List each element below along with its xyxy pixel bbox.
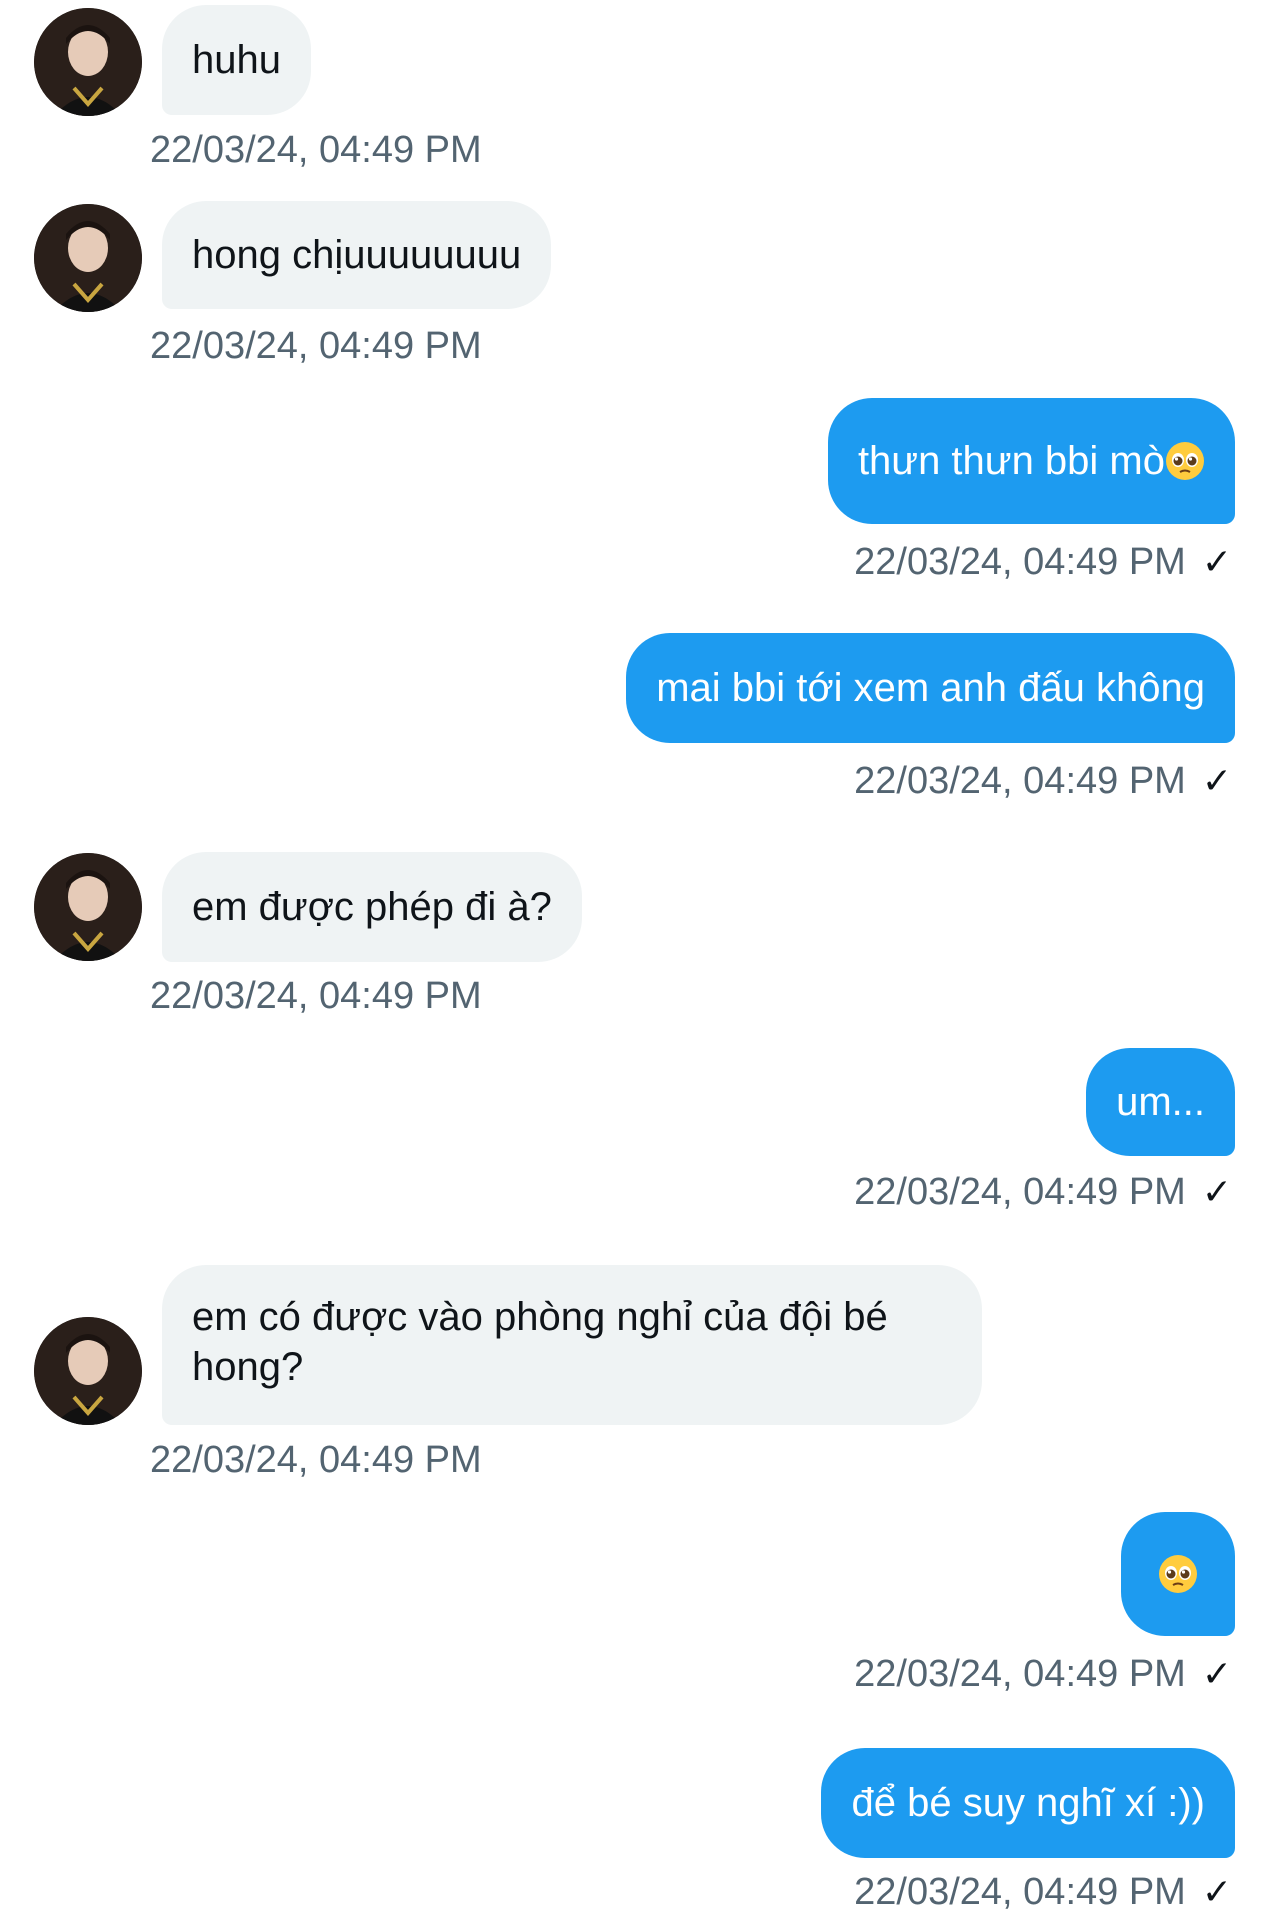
pleading-face-icon bbox=[1159, 1555, 1197, 1593]
message-timestamp: 22/03/24, 04:49 PM bbox=[854, 1871, 1186, 1913]
message-timestamp: 22/03/24, 04:49 PM bbox=[854, 1171, 1186, 1213]
message-timestamp: 22/03/24, 04:49 PM bbox=[150, 129, 482, 171]
avatar[interactable] bbox=[34, 204, 142, 312]
message-bubble-outgoing[interactable] bbox=[1121, 1512, 1235, 1636]
message-bubble-outgoing[interactable]: để bé suy nghĩ xí :)) bbox=[821, 1748, 1235, 1858]
message-text: em có được vào phòng nghỉ của đội bé hon… bbox=[192, 1295, 899, 1389]
message-meta: 22/03/24, 04:49 PM ✓ bbox=[854, 1170, 1232, 1214]
message-meta: 22/03/24, 04:49 PM ✓ bbox=[854, 1870, 1232, 1914]
message-timestamp: 22/03/24, 04:49 PM bbox=[854, 760, 1186, 802]
sent-check-icon: ✓ bbox=[1201, 1171, 1232, 1212]
message-meta: 22/03/24, 04:49 PM ✓ bbox=[854, 540, 1232, 584]
dm-conversation: huhu 22/03/24, 04:49 PM hong chịuuuuuuuu… bbox=[0, 0, 1264, 1920]
message-timestamp: 22/03/24, 04:49 PM bbox=[854, 541, 1186, 583]
sent-check-icon: ✓ bbox=[1201, 541, 1232, 582]
message-bubble-incoming[interactable]: huhu bbox=[162, 5, 311, 115]
sent-check-icon: ✓ bbox=[1201, 760, 1232, 801]
message-text: huhu bbox=[192, 38, 281, 82]
avatar[interactable] bbox=[34, 853, 142, 961]
message-bubble-outgoing[interactable]: thưn thưn bbi mò bbox=[827, 398, 1235, 524]
sent-check-icon: ✓ bbox=[1201, 1653, 1232, 1694]
message-meta: 22/03/24, 04:49 PM ✓ bbox=[854, 759, 1232, 803]
message-text: mai bbi tới xem anh đấu không bbox=[656, 666, 1205, 710]
message-bubble-incoming[interactable]: em được phép đi à? bbox=[162, 852, 582, 962]
avatar[interactable] bbox=[34, 8, 142, 116]
message-bubble-outgoing[interactable]: um... bbox=[1086, 1048, 1235, 1156]
message-timestamp: 22/03/24, 04:49 PM bbox=[150, 325, 482, 367]
message-meta: 22/03/24, 04:49 PM ✓ bbox=[854, 1652, 1232, 1696]
message-text: um... bbox=[1116, 1080, 1205, 1124]
message-timestamp: 22/03/24, 04:49 PM bbox=[150, 1439, 482, 1481]
message-text: hong chịuuuuuuuu bbox=[192, 233, 522, 277]
message-bubble-incoming[interactable]: em có được vào phòng nghỉ của đội bé hon… bbox=[162, 1265, 982, 1425]
message-text: để bé suy nghĩ xí :)) bbox=[851, 1781, 1205, 1825]
message-text: em được phép đi à? bbox=[192, 885, 552, 929]
message-text: thưn thưn bbi mò bbox=[857, 439, 1165, 483]
message-bubble-incoming[interactable]: hong chịuuuuuuuu bbox=[162, 201, 552, 309]
sent-check-icon: ✓ bbox=[1201, 1871, 1232, 1912]
message-bubble-outgoing[interactable]: mai bbi tới xem anh đấu không bbox=[626, 633, 1235, 743]
avatar[interactable] bbox=[34, 1317, 142, 1425]
message-timestamp: 22/03/24, 04:49 PM bbox=[854, 1653, 1186, 1695]
pleading-face-icon bbox=[1166, 442, 1204, 480]
message-timestamp: 22/03/24, 04:49 PM bbox=[150, 975, 482, 1017]
